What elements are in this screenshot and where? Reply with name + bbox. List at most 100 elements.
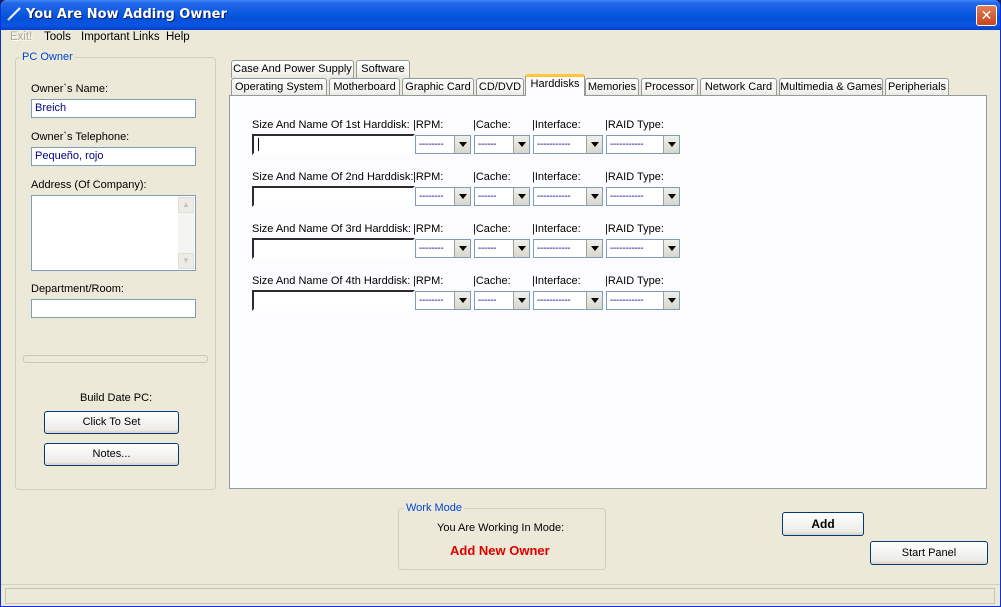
address-label: Address (Of Company):: [31, 179, 147, 191]
tab-multimedia-games[interactable]: Multimedia & Games: [779, 78, 883, 96]
dropdown-arrow-icon[interactable]: [513, 136, 529, 153]
harddisk-4-interface-select[interactable]: -----------: [533, 291, 603, 310]
window-title: You Are Now Adding Owner: [26, 7, 227, 22]
dropdown-arrow-icon[interactable]: [586, 292, 602, 309]
harddisk-3-label: Size And Name Of 3rd Harddisk:: [252, 223, 411, 235]
work-mode-value: Add New Owner: [450, 543, 550, 558]
harddisk-2-input[interactable]: [252, 186, 415, 207]
address-textarea[interactable]: ▲ ▼: [31, 195, 196, 271]
work-mode-label: You Are Working In Mode:: [437, 522, 565, 534]
dropdown-arrow-icon[interactable]: [513, 292, 529, 309]
dropdown-arrow-icon[interactable]: [586, 188, 602, 205]
owner-name-label: Owner`s Name:: [31, 83, 109, 95]
dropdown-arrow-icon[interactable]: [663, 292, 679, 309]
notes-button[interactable]: Notes...: [44, 443, 179, 466]
cache-header: |Cache:: [473, 223, 511, 235]
harddisk-4-label: Size And Name Of 4th Harddisk:: [252, 275, 411, 287]
dropdown-arrow-icon[interactable]: [663, 136, 679, 153]
build-date-label: Build Date PC:: [80, 392, 153, 404]
start-panel-button[interactable]: Start Panel: [870, 541, 988, 565]
owner-name-input[interactable]: Breich: [31, 99, 196, 118]
scroll-up-icon[interactable]: ▲: [178, 197, 194, 213]
harddisk-3-input[interactable]: [252, 238, 415, 259]
text-cursor: [258, 138, 259, 151]
dropdown-arrow-icon[interactable]: [586, 240, 602, 257]
harddisk-3-rpm-select[interactable]: --------: [415, 239, 471, 258]
dropdown-arrow-icon[interactable]: [454, 292, 470, 309]
department-label: Department/Room:: [31, 283, 124, 295]
raid-header: |RAID Type:: [605, 223, 664, 235]
harddisk-2-interface-select[interactable]: -----------: [533, 187, 603, 206]
tab-software[interactable]: Software: [356, 60, 410, 78]
main-window: You Are Now Adding Owner ✕ Exit! Tools I…: [0, 0, 1001, 607]
menu-tools[interactable]: Tools: [44, 31, 71, 43]
dropdown-arrow-icon[interactable]: [663, 188, 679, 205]
owner-phone-input[interactable]: Pequeño, rojo: [31, 147, 196, 166]
pencil-icon: [7, 7, 21, 21]
dropdown-arrow-icon[interactable]: [586, 136, 602, 153]
raid-header: |RAID Type:: [605, 171, 664, 183]
harddisk-2-label: Size And Name Of 2nd Harddisk:: [252, 171, 414, 183]
harddisk-3-cache-select[interactable]: ------: [474, 239, 530, 258]
cache-header: |Cache:: [473, 119, 511, 131]
harddisk-3-interface-select[interactable]: -----------: [533, 239, 603, 258]
harddisk-2-cache-select[interactable]: ------: [474, 187, 530, 206]
tab-processor[interactable]: Processor: [641, 78, 698, 96]
work-mode-group: [398, 508, 606, 570]
harddisk-1-input[interactable]: [252, 134, 415, 155]
harddisk-2-rpm-select[interactable]: --------: [415, 187, 471, 206]
harddisk-1-rpm-select[interactable]: --------: [415, 135, 471, 154]
tab-memories[interactable]: Memories: [585, 78, 639, 96]
dropdown-arrow-icon[interactable]: [454, 240, 470, 257]
tab-motherboard[interactable]: Motherboard: [329, 78, 400, 96]
tab-operating-system[interactable]: Operating System: [231, 78, 327, 96]
harddisk-4-cache-select[interactable]: ------: [474, 291, 530, 310]
harddisk-1-label: Size And Name Of 1st Harddisk:: [252, 119, 410, 131]
dropdown-arrow-icon[interactable]: [513, 240, 529, 257]
work-mode-group-title: Work Mode: [404, 502, 465, 514]
menu-bar: Exit! Tools Important Links Help: [4, 30, 999, 48]
interface-header: |Interface:: [532, 119, 581, 131]
harddisk-1-raid-select[interactable]: -----------: [606, 135, 680, 154]
interface-header: |Interface:: [532, 171, 581, 183]
menu-important-links[interactable]: Important Links: [81, 31, 160, 43]
rpm-header: |RPM:: [413, 119, 444, 131]
raid-header: |RAID Type:: [605, 119, 664, 131]
tab-network-card[interactable]: Network Card: [700, 78, 777, 96]
scroll-down-icon[interactable]: ▼: [178, 253, 194, 269]
harddisk-3-raid-select[interactable]: -----------: [606, 239, 680, 258]
tab-peripherials[interactable]: Peripherials: [885, 78, 949, 96]
title-bar[interactable]: You Are Now Adding Owner ✕: [1, 0, 1000, 30]
harddisk-1-interface-select[interactable]: -----------: [533, 135, 603, 154]
add-button[interactable]: Add: [782, 512, 864, 536]
interface-header: |Interface:: [532, 275, 581, 287]
tab-graphic-card[interactable]: Graphic Card: [402, 78, 474, 96]
dropdown-arrow-icon[interactable]: [663, 240, 679, 257]
harddisk-1-cache-select[interactable]: ------: [474, 135, 530, 154]
close-button[interactable]: ✕: [976, 5, 997, 26]
harddisk-4-rpm-select[interactable]: --------: [415, 291, 471, 310]
menu-help[interactable]: Help: [166, 31, 190, 43]
rpm-header: |RPM:: [413, 171, 444, 183]
harddisk-2-raid-select[interactable]: -----------: [606, 187, 680, 206]
interface-header: |Interface:: [532, 223, 581, 235]
owner-progress-bar: [23, 355, 208, 363]
dropdown-arrow-icon[interactable]: [513, 188, 529, 205]
menu-exit[interactable]: Exit!: [10, 31, 32, 43]
tab-cd-dvd[interactable]: CD/DVD: [476, 78, 524, 96]
address-scrollbar[interactable]: ▲ ▼: [178, 197, 194, 269]
department-input[interactable]: [31, 299, 196, 318]
tab-harddisks[interactable]: Harddisks: [525, 74, 585, 96]
click-to-set-button[interactable]: Click To Set: [44, 411, 179, 434]
dropdown-arrow-icon[interactable]: [454, 136, 470, 153]
pc-owner-group-title: PC Owner: [20, 51, 75, 63]
status-bar: [1, 584, 1000, 606]
harddisk-4-input[interactable]: [252, 290, 415, 311]
status-panel: [5, 588, 995, 604]
tab-case-and-power-supply[interactable]: Case And Power Supply: [231, 60, 354, 78]
owner-phone-label: Owner`s Telephone:: [31, 131, 130, 143]
harddisk-4-raid-select[interactable]: -----------: [606, 291, 680, 310]
rpm-header: |RPM:: [413, 275, 444, 287]
dropdown-arrow-icon[interactable]: [454, 188, 470, 205]
raid-header: |RAID Type:: [605, 275, 664, 287]
